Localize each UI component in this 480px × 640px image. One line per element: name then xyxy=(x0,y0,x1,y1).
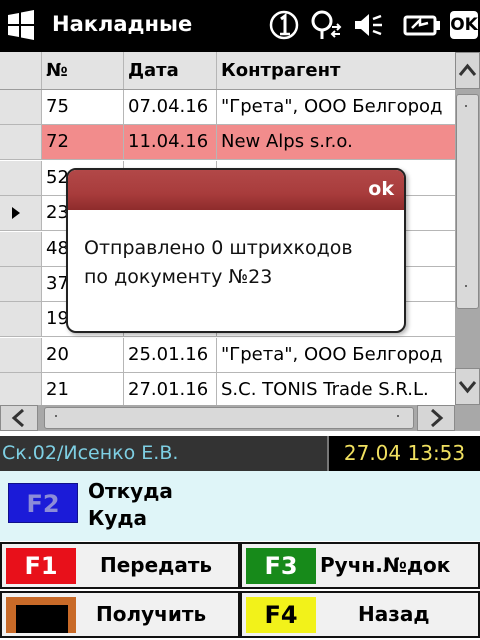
user-label: Ск.02/Исенко Е.В. xyxy=(2,442,179,464)
table-row[interactable]: 75 07.04.16 "Грета", ООО Белгород xyxy=(0,90,455,125)
windows-start-icon[interactable] xyxy=(6,9,36,41)
cell-counterparty: New Alps s.r.o. xyxy=(221,131,353,153)
chevron-up-icon xyxy=(458,63,477,76)
cell-date: 07.04.16 xyxy=(124,90,217,124)
horizontal-scroll-thumb[interactable] xyxy=(44,407,414,429)
from-label: Откуда xyxy=(88,479,173,503)
f3-key: F3 xyxy=(246,548,316,584)
cell-number: 21 xyxy=(42,373,124,405)
column-header-number[interactable]: № xyxy=(42,52,124,89)
back-button-label: Назад xyxy=(358,602,430,626)
grid-header-row: № Дата Контрагент xyxy=(0,52,455,90)
f4-key: F4 xyxy=(246,597,316,633)
row-header[interactable] xyxy=(0,196,42,231)
vertical-scroll-thumb[interactable] xyxy=(456,94,479,309)
scrollbar-corner xyxy=(455,405,480,431)
scroll-up-button[interactable] xyxy=(455,52,480,89)
grip-icon xyxy=(465,285,471,291)
title-bar: Накладные OK xyxy=(0,0,480,52)
f1-key: F1 xyxy=(6,548,76,584)
status-bar: Ск.02/Исенко Е.В. 27.04 13:53 xyxy=(0,436,480,471)
f2-key[interactable]: F2 xyxy=(8,483,78,523)
cell-date: 25.01.16 xyxy=(124,337,217,372)
battery-icon[interactable] xyxy=(402,9,442,41)
chevron-left-icon xyxy=(11,408,24,428)
row-header[interactable] xyxy=(0,267,42,301)
scroll-down-button[interactable] xyxy=(455,368,480,405)
receive-key-inner xyxy=(16,605,68,633)
manual-doc-number-label: Ручн.№док xyxy=(320,553,451,577)
grip-icon xyxy=(55,415,61,421)
location-panel[interactable]: F2 Откуда Куда xyxy=(0,471,480,541)
connectivity-icon[interactable] xyxy=(308,9,344,41)
table-row[interactable]: 72 11.04.16 New Alps s.r.o. xyxy=(0,125,455,161)
scroll-right-button[interactable] xyxy=(417,405,455,431)
cell-number: 75 xyxy=(42,90,124,124)
datetime-label: 27.04 13:53 xyxy=(327,436,480,471)
row-header[interactable] xyxy=(0,160,42,195)
vertical-scrollbar[interactable] xyxy=(455,52,480,405)
row-header[interactable] xyxy=(0,90,42,124)
row-header-corner xyxy=(0,52,42,89)
row-header[interactable] xyxy=(0,231,42,266)
row-header[interactable] xyxy=(0,302,42,337)
chevron-right-icon xyxy=(431,408,444,428)
message-dialog: ok Отправлено 0 штрихкодов по документу … xyxy=(66,168,406,333)
send-button-label: Передать xyxy=(100,553,213,577)
manual-doc-number-button[interactable]: F3 Ручн.№док xyxy=(240,542,480,589)
table-row[interactable]: 21 27.01.16 S.C. TONIS Trade S.R.L. xyxy=(0,373,455,405)
cell-date: 27.01.16 xyxy=(124,373,217,405)
dialog-message-line: Отправлено 0 штрихкодов xyxy=(84,237,353,259)
speaker-muted-icon[interactable] xyxy=(352,9,384,41)
current-row-arrow-icon xyxy=(12,207,20,220)
back-button[interactable]: F4 Назад xyxy=(240,591,480,638)
receive-button-label: Получить xyxy=(96,602,207,626)
to-label: Куда xyxy=(88,506,148,530)
ok-button[interactable]: OK xyxy=(450,11,478,39)
receive-key xyxy=(6,597,76,633)
grip-icon xyxy=(465,105,471,111)
cell-counterparty: S.C. TONIS Trade S.R.L. xyxy=(221,379,429,401)
cell-counterparty: "Грета", ООО Белгород xyxy=(221,343,443,365)
scroll-left-button[interactable] xyxy=(0,405,38,431)
chevron-down-icon xyxy=(458,381,477,394)
grip-icon xyxy=(397,415,403,421)
receive-button[interactable]: Получить xyxy=(0,591,240,638)
cell-number: 20 xyxy=(42,337,124,372)
cell-counterparty: "Грета", ООО Белгород xyxy=(221,96,443,117)
row-header[interactable] xyxy=(0,373,42,405)
column-header-counterparty[interactable]: Контрагент xyxy=(217,52,455,89)
dialog-ok-button[interactable]: ok xyxy=(368,178,394,200)
app-title: Накладные xyxy=(52,12,193,36)
horizontal-scrollbar[interactable] xyxy=(0,405,480,431)
send-button[interactable]: F1 Передать xyxy=(0,542,240,589)
table-row[interactable]: 20 25.01.16 "Грета", ООО Белгород xyxy=(0,337,455,373)
cell-date: 11.04.16 xyxy=(124,125,217,160)
notification-1-icon[interactable] xyxy=(268,9,300,41)
dialog-header: ok xyxy=(68,170,404,210)
dialog-message-line: по документу №23 xyxy=(84,266,273,288)
column-header-date[interactable]: Дата xyxy=(124,52,217,89)
dialog-message: Отправлено 0 штрихкодов по документу №23 xyxy=(84,234,394,292)
row-header[interactable] xyxy=(0,337,42,372)
row-header[interactable] xyxy=(0,125,42,160)
cell-number: 72 xyxy=(42,125,124,160)
